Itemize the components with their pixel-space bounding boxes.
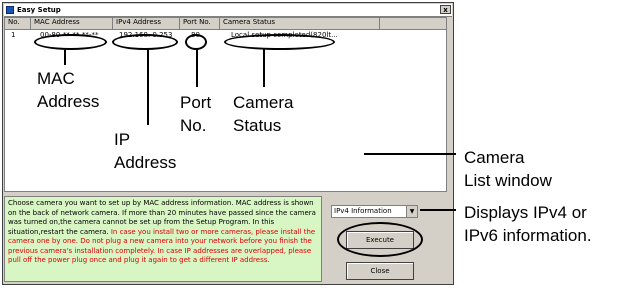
status-pointer-line [263,49,265,87]
close-icon[interactable]: x [440,5,451,14]
mac-pointer-line [64,49,66,65]
list-window-annotation-line2: List window [464,171,552,190]
window-title: Easy Setup [17,6,61,14]
port-pointer-line [196,49,198,87]
app-icon [6,6,14,14]
ip-info-annotation: Displays IPv4 or IPv6 information. [464,201,592,247]
execute-highlight-oval [337,222,423,257]
status-highlight-oval [224,34,335,50]
ip-version-select[interactable]: IPv4 Information ▼ [331,205,418,218]
ip-highlight-oval [112,34,178,50]
status-annotation-line1: Camera [233,93,294,112]
ip-annotation: IP Address [114,128,176,174]
list-window-annotation: Camera List window [464,146,552,192]
status-annotation-line2: Status [233,116,282,135]
ip-version-select-value: IPv4 Information [334,207,392,215]
mac-annotation-line2: Address [37,92,100,111]
list-window-annotation-line1: Camera [464,148,525,167]
ip-info-pointer-line [420,209,456,211]
mac-annotation-line1: MAC [37,69,75,88]
chevron-down-icon[interactable]: ▼ [406,206,417,217]
column-header-ip[interactable]: IPv4 Address [113,18,180,29]
ip-info-annotation-line1: Displays IPv4 or [464,203,587,222]
title-bar: Easy Setup x [4,4,452,17]
status-annotation: Camera Status [233,91,293,137]
column-header-no[interactable]: No. [5,18,31,29]
mac-highlight-oval [34,34,107,50]
port-annotation: Port No. [180,91,211,137]
column-header-status[interactable]: Camera Status [220,18,380,29]
close-button[interactable]: Close [346,262,414,280]
ip-annotation-line1: IP [114,130,131,149]
ip-pointer-line [147,49,149,125]
list-header: No. MAC Address IPv4 Address Port No. Ca… [5,18,446,30]
mac-annotation: MAC Address [37,67,99,113]
cell-no: 1 [11,31,16,39]
column-header-port[interactable]: Port No. [180,18,220,29]
port-annotation-line1: Port [180,93,212,112]
column-header-mac[interactable]: MAC Address [31,18,113,29]
instruction-text-box: Choose camera you want to set up by MAC … [4,196,322,282]
ip-info-annotation-line2: IPv6 information. [464,226,592,245]
port-highlight-oval [185,34,207,50]
list-window-pointer-line [364,153,456,155]
port-annotation-line2: No. [180,116,207,135]
ip-annotation-line2: Address [114,153,177,172]
